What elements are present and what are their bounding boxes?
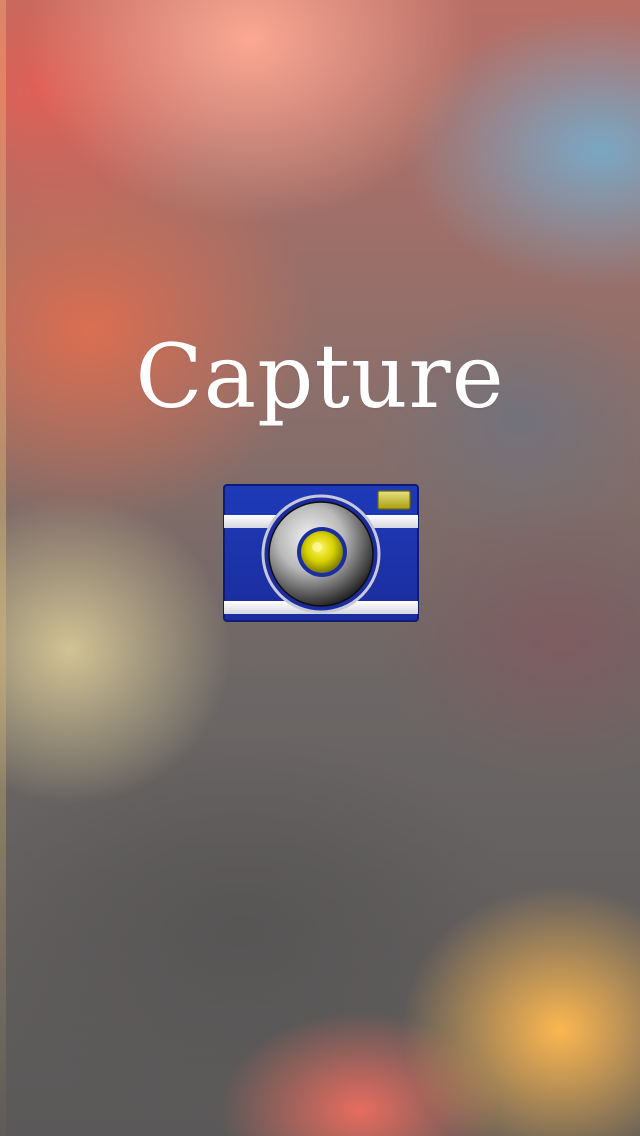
app-title: Capture [135,325,505,428]
background-edge-glow [0,0,6,1136]
camera-icon [223,484,419,622]
splash-screen: Capture [0,0,640,1136]
camera-logo [222,483,420,623]
